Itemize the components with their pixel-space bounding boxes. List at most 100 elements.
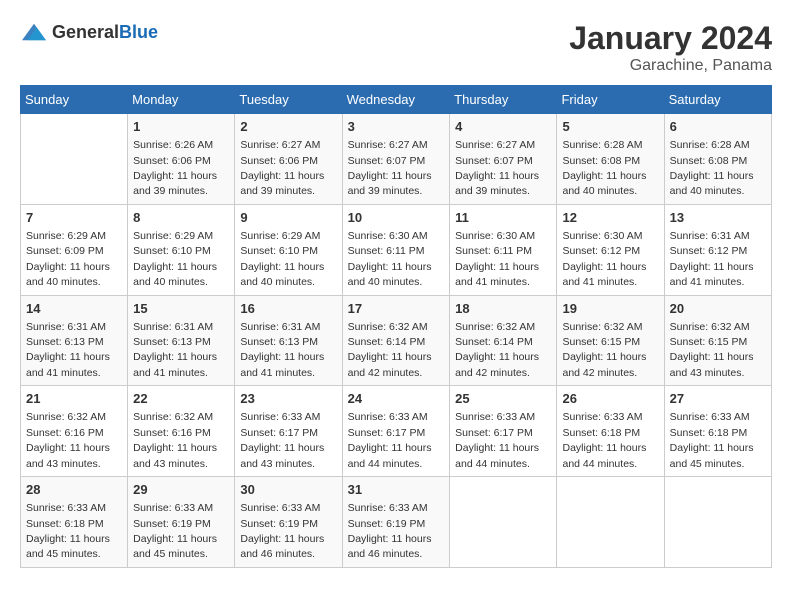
- day-cell: 19 Sunrise: 6:32 AMSunset: 6:15 PMDayligh…: [557, 295, 664, 386]
- day-cell: 5 Sunrise: 6:28 AMSunset: 6:08 PMDaylight…: [557, 114, 664, 205]
- day-cell: [557, 477, 664, 568]
- day-number: 2: [240, 118, 336, 136]
- day-cell: 31 Sunrise: 6:33 AMSunset: 6:19 PMDayligh…: [342, 477, 450, 568]
- day-info: Sunrise: 6:33 AMSunset: 6:18 PMDaylight:…: [26, 502, 110, 560]
- day-header-wednesday: Wednesday: [342, 86, 450, 114]
- logo: GeneralBlue: [20, 20, 158, 44]
- day-number: 5: [562, 118, 658, 136]
- day-header-thursday: Thursday: [450, 86, 557, 114]
- calendar-table: SundayMondayTuesdayWednesdayThursdayFrid…: [20, 85, 772, 568]
- logo-blue-text: Blue: [119, 22, 158, 42]
- day-header-saturday: Saturday: [664, 86, 771, 114]
- day-cell: 22Sunrise: 6:32 AMSunset: 6:16 PMDayligh…: [128, 386, 235, 477]
- day-number: 3: [348, 118, 445, 136]
- day-number: 1: [133, 118, 229, 136]
- day-cell: [664, 477, 771, 568]
- day-info: Sunrise: 6:27 AMSunset: 6:06 PMDaylight:…: [240, 139, 324, 197]
- day-cell: 10Sunrise: 6:30 AMSunset: 6:11 PMDayligh…: [342, 204, 450, 295]
- day-info: Sunrise: 6:32 AMSunset: 6:15 PMDaylight:…: [562, 321, 646, 379]
- day-number: 7: [26, 209, 122, 227]
- day-number: 15: [133, 300, 229, 318]
- day-cell: 24 Sunrise: 6:33 AMSunset: 6:17 PMDayligh…: [342, 386, 450, 477]
- day-info: Sunrise: 6:31 AMSunset: 6:12 PMDaylight:…: [670, 230, 754, 288]
- week-row-5: 28Sunrise: 6:33 AMSunset: 6:18 PMDayligh…: [21, 477, 772, 568]
- page-header: GeneralBlue January 2024 Garachine, Pana…: [20, 20, 772, 75]
- day-cell: 17 Sunrise: 6:32 AMSunset: 6:14 PMDayligh…: [342, 295, 450, 386]
- day-number: 21: [26, 390, 122, 408]
- day-cell: 8Sunrise: 6:29 AMSunset: 6:10 PMDaylight…: [128, 204, 235, 295]
- day-number: 4: [455, 118, 551, 136]
- day-number: 23: [240, 390, 336, 408]
- week-row-4: 21 Sunrise: 6:32 AMSunset: 6:16 PMDayligh…: [21, 386, 772, 477]
- day-info: Sunrise: 6:29 AMSunset: 6:10 PMDaylight:…: [240, 230, 324, 288]
- month-title: January 2024: [569, 20, 772, 57]
- day-cell: 23 Sunrise: 6:33 AMSunset: 6:17 PMDayligh…: [235, 386, 342, 477]
- day-number: 25: [455, 390, 551, 408]
- day-info: Sunrise: 6:33 AMSunset: 6:19 PMDaylight:…: [240, 502, 324, 560]
- day-cell: 26Sunrise: 6:33 AMSunset: 6:18 PMDayligh…: [557, 386, 664, 477]
- day-cell: 9Sunrise: 6:29 AMSunset: 6:10 PMDaylight…: [235, 204, 342, 295]
- day-cell: 14 Sunrise: 6:31 AMSunset: 6:13 PMDayligh…: [21, 295, 128, 386]
- day-info: Sunrise: 6:27 AMSunset: 6:07 PMDaylight:…: [455, 139, 539, 197]
- day-header-sunday: Sunday: [21, 86, 128, 114]
- day-info: Sunrise: 6:32 AMSunset: 6:16 PMDaylight:…: [133, 411, 217, 469]
- day-cell: 4 Sunrise: 6:27 AMSunset: 6:07 PMDaylight…: [450, 114, 557, 205]
- day-info: Sunrise: 6:28 AMSunset: 6:08 PMDaylight:…: [562, 139, 646, 197]
- day-info: Sunrise: 6:26 AMSunset: 6:06 PMDaylight:…: [133, 139, 217, 197]
- day-cell: 20Sunrise: 6:32 AMSunset: 6:15 PMDayligh…: [664, 295, 771, 386]
- calendar-header-row: SundayMondayTuesdayWednesdayThursdayFrid…: [21, 86, 772, 114]
- day-cell: 30Sunrise: 6:33 AMSunset: 6:19 PMDayligh…: [235, 477, 342, 568]
- day-info: Sunrise: 6:28 AMSunset: 6:08 PMDaylight:…: [670, 139, 754, 197]
- location-title: Garachine, Panama: [569, 57, 772, 75]
- day-info: Sunrise: 6:33 AMSunset: 6:17 PMDaylight:…: [348, 411, 432, 469]
- day-cell: 12 Sunrise: 6:30 AMSunset: 6:12 PMDayligh…: [557, 204, 664, 295]
- day-info: Sunrise: 6:32 AMSunset: 6:14 PMDaylight:…: [348, 321, 432, 379]
- logo-general-text: General: [52, 22, 119, 42]
- day-cell: [450, 477, 557, 568]
- day-number: 13: [670, 209, 766, 227]
- day-number: 8: [133, 209, 229, 227]
- day-number: 29: [133, 481, 229, 499]
- day-info: Sunrise: 6:31 AMSunset: 6:13 PMDaylight:…: [133, 321, 217, 379]
- day-info: Sunrise: 6:30 AMSunset: 6:11 PMDaylight:…: [455, 230, 539, 288]
- day-cell: 21 Sunrise: 6:32 AMSunset: 6:16 PMDayligh…: [21, 386, 128, 477]
- day-number: 12: [562, 209, 658, 227]
- day-number: 11: [455, 209, 551, 227]
- day-info: Sunrise: 6:31 AMSunset: 6:13 PMDaylight:…: [240, 321, 324, 379]
- day-info: Sunrise: 6:33 AMSunset: 6:19 PMDaylight:…: [133, 502, 217, 560]
- day-cell: 11 Sunrise: 6:30 AMSunset: 6:11 PMDayligh…: [450, 204, 557, 295]
- day-info: Sunrise: 6:33 AMSunset: 6:19 PMDaylight:…: [348, 502, 432, 560]
- day-cell: 16Sunrise: 6:31 AMSunset: 6:13 PMDayligh…: [235, 295, 342, 386]
- day-cell: 3 Sunrise: 6:27 AMSunset: 6:07 PMDaylight…: [342, 114, 450, 205]
- week-row-2: 7 Sunrise: 6:29 AMSunset: 6:09 PMDaylight…: [21, 204, 772, 295]
- day-info: Sunrise: 6:27 AMSunset: 6:07 PMDaylight:…: [348, 139, 432, 197]
- day-cell: 7 Sunrise: 6:29 AMSunset: 6:09 PMDaylight…: [21, 204, 128, 295]
- week-row-3: 14 Sunrise: 6:31 AMSunset: 6:13 PMDayligh…: [21, 295, 772, 386]
- day-info: Sunrise: 6:33 AMSunset: 6:18 PMDaylight:…: [670, 411, 754, 469]
- day-info: Sunrise: 6:32 AMSunset: 6:15 PMDaylight:…: [670, 321, 754, 379]
- day-number: 24: [348, 390, 445, 408]
- day-info: Sunrise: 6:30 AMSunset: 6:12 PMDaylight:…: [562, 230, 646, 288]
- day-cell: 18Sunrise: 6:32 AMSunset: 6:14 PMDayligh…: [450, 295, 557, 386]
- day-cell: [21, 114, 128, 205]
- day-cell: 2 Sunrise: 6:27 AMSunset: 6:06 PMDaylight…: [235, 114, 342, 205]
- day-number: 26: [562, 390, 658, 408]
- day-number: 27: [670, 390, 766, 408]
- day-info: Sunrise: 6:31 AMSunset: 6:13 PMDaylight:…: [26, 321, 110, 379]
- day-number: 14: [26, 300, 122, 318]
- title-block: January 2024 Garachine, Panama: [569, 20, 772, 75]
- day-cell: 1 Sunrise: 6:26 AMSunset: 6:06 PMDaylight…: [128, 114, 235, 205]
- day-number: 17: [348, 300, 445, 318]
- day-number: 10: [348, 209, 445, 227]
- day-number: 6: [670, 118, 766, 136]
- day-info: Sunrise: 6:32 AMSunset: 6:16 PMDaylight:…: [26, 411, 110, 469]
- day-number: 31: [348, 481, 445, 499]
- day-info: Sunrise: 6:29 AMSunset: 6:09 PMDaylight:…: [26, 230, 110, 288]
- day-info: Sunrise: 6:33 AMSunset: 6:17 PMDaylight:…: [240, 411, 324, 469]
- day-number: 19: [562, 300, 658, 318]
- day-cell: 27 Sunrise: 6:33 AMSunset: 6:18 PMDayligh…: [664, 386, 771, 477]
- day-cell: 29 Sunrise: 6:33 AMSunset: 6:19 PMDayligh…: [128, 477, 235, 568]
- day-cell: 13 Sunrise: 6:31 AMSunset: 6:12 PMDayligh…: [664, 204, 771, 295]
- day-header-monday: Monday: [128, 86, 235, 114]
- day-header-tuesday: Tuesday: [235, 86, 342, 114]
